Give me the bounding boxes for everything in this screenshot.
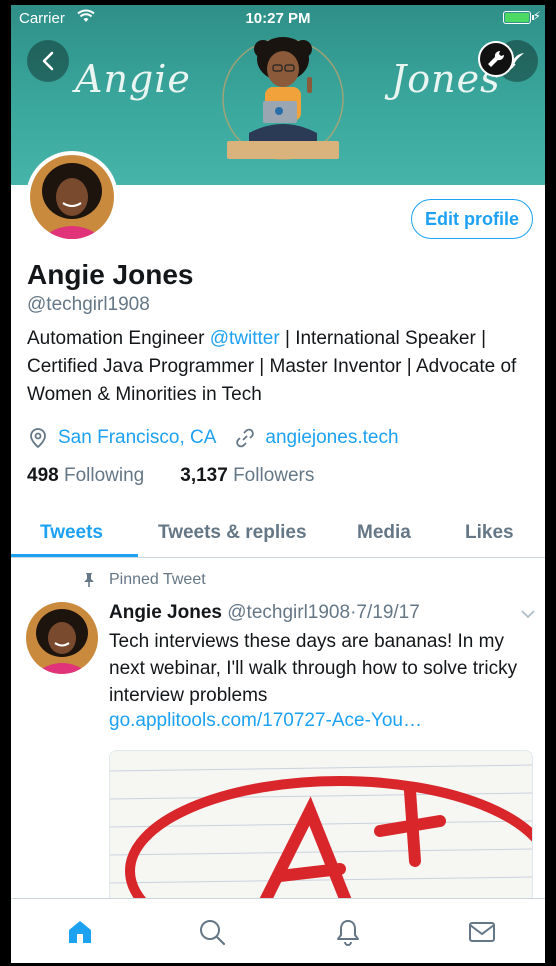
chevron-left-icon [42,51,54,71]
profile-meta: San Francisco, CA angiejones.tech [27,425,399,451]
profile-bio: Automation Engineer @twitter | Internati… [27,325,537,409]
tweet-text: Tech interviews these days are bananas! … [109,631,518,706]
pin-icon [81,572,97,588]
tab-likes[interactable]: Likes [465,522,514,544]
edit-profile-button[interactable]: Edit profile [411,199,533,239]
tweet-media-image[interactable] [109,750,533,910]
tab-media[interactable]: Media [357,522,411,544]
phone-screen: Carrier 10:27 PM ⚡ Angie Jones Edit prof… [11,5,545,963]
mail-icon [469,922,495,942]
tweet-header: Angie Jones @techgirl1908·7/19/17 [109,602,420,624]
profile-tabs: Tweets Tweets & replies Media Likes [11,510,545,558]
battery-icon [503,11,534,24]
profile-avatar[interactable] [26,151,118,243]
follow-counts: 498 Following 3,137 Followers [27,465,314,487]
charging-icon: ⚡ [532,9,541,23]
active-tab-indicator [11,554,138,557]
tweet-date: 7/19/17 [356,602,420,623]
following-link[interactable]: 498 Following [27,465,144,486]
following-label: Following [63,465,145,486]
clock: 10:27 PM [245,10,311,27]
followers-link[interactable]: 3,137 Followers [180,465,314,486]
search-icon [200,920,226,946]
chevron-down-icon[interactable] [520,609,536,619]
back-button[interactable] [27,40,69,82]
tweet-handle: @techgirl1908 [227,602,351,623]
pinned-tweet-label: Pinned Tweet [81,571,206,589]
map-pin-icon [27,427,49,449]
messages-tab[interactable] [467,917,497,947]
bio-mention-link[interactable]: @twitter [210,328,280,349]
followers-count: 3,137 [180,465,228,486]
tweet-link[interactable]: go.applitools.com/170727-Ace-You… [109,710,422,732]
followers-label: Followers [233,465,315,486]
tab-tweets-replies[interactable]: Tweets & replies [158,522,307,544]
profile-name: Angie Jones [27,259,194,290]
search-tab[interactable] [197,917,227,947]
banner-word-left: Angie [75,57,191,101]
profile-location[interactable]: San Francisco, CA [58,427,216,449]
following-count: 498 [27,465,59,486]
bottom-tab-bar [11,898,545,963]
debug-tools-button[interactable] [478,41,514,77]
profile-handle: @techgirl1908 [27,294,150,315]
profile-website-link[interactable]: angiejones.tech [265,427,398,449]
home-icon [69,921,91,943]
tweet-author[interactable]: Angie Jones [109,602,222,623]
notifications-tab[interactable] [333,917,363,947]
link-icon [234,427,256,449]
pinned-text: Pinned Tweet [109,571,206,588]
home-tab[interactable] [65,917,95,947]
bio-text: Automation Engineer [27,328,210,349]
wrench-icon [488,50,505,67]
bell-icon [337,920,359,946]
banner-illustration [222,37,344,160]
tweet-avatar[interactable] [26,602,98,674]
tab-tweets[interactable]: Tweets [40,522,103,544]
